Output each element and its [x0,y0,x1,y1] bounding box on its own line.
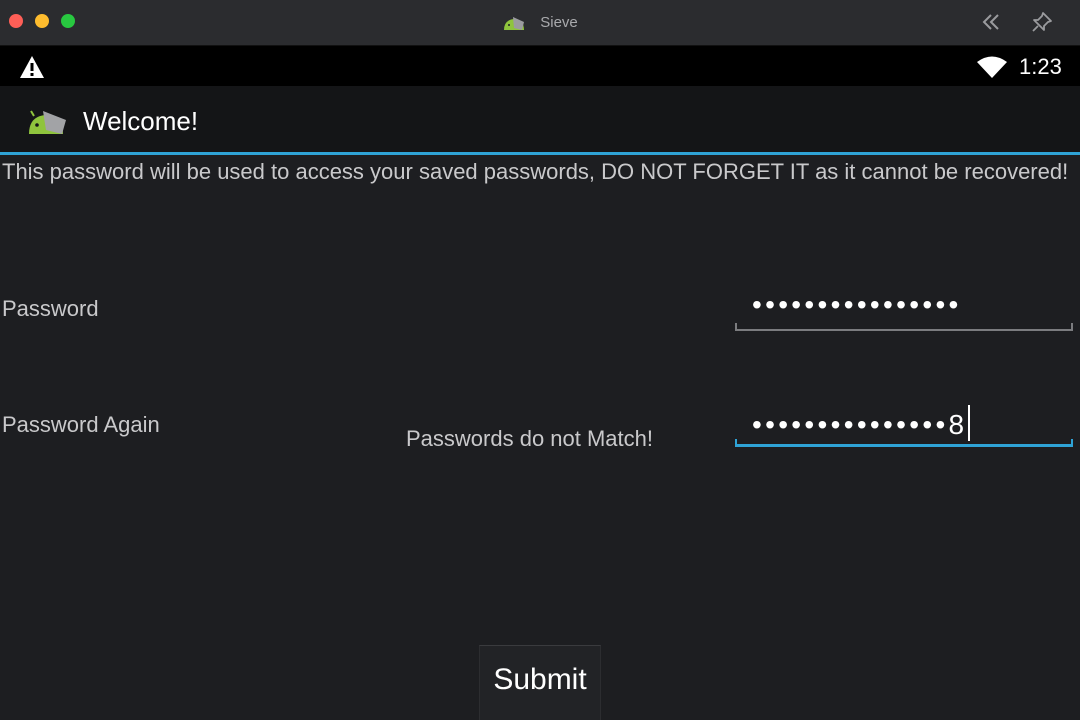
submit-button[interactable]: Submit [479,645,601,720]
welcome-form: This password will be used to access you… [0,155,1080,720]
android-app-icon [504,16,525,30]
page-title: Welcome! [83,106,199,136]
warning-icon [20,56,44,78]
window-titlebar: Sieve [0,0,1080,46]
window-title: Sieve [540,14,578,31]
double-chevron-left-icon[interactable] [978,9,1004,35]
password-again-input-underline [735,439,1073,447]
password-again-input[interactable]: •••••••••••••••8 [735,403,1073,447]
wifi-icon [977,56,1007,78]
action-bar: Welcome! [0,86,1080,155]
password-again-masked: ••••••••••••••• [752,409,949,440]
password-mismatch-message: Passwords do not Match! [406,426,654,451]
android-app-icon[interactable] [26,106,70,138]
password-input-value: •••••••••••••••• [752,289,962,320]
password-input-underline [735,323,1073,331]
password-warning-text: This password will be used to access you… [2,159,1069,184]
window-title-group: Sieve [0,0,1080,45]
app-window: Sieve 1:23 Welcome! This password will b… [0,0,1080,720]
android-status-bar: 1:23 [0,46,1080,86]
password-input[interactable]: •••••••••••••••• [735,287,1073,331]
password-again-last-char: 8 [948,409,968,440]
status-clock: 1:23 [1019,54,1062,79]
pin-icon[interactable] [1029,9,1055,35]
password-again-label: Password Again [2,412,160,437]
password-again-input-value: •••••••••••••••8 [752,405,971,441]
password-label: Password [2,296,99,321]
text-cursor [968,405,971,441]
